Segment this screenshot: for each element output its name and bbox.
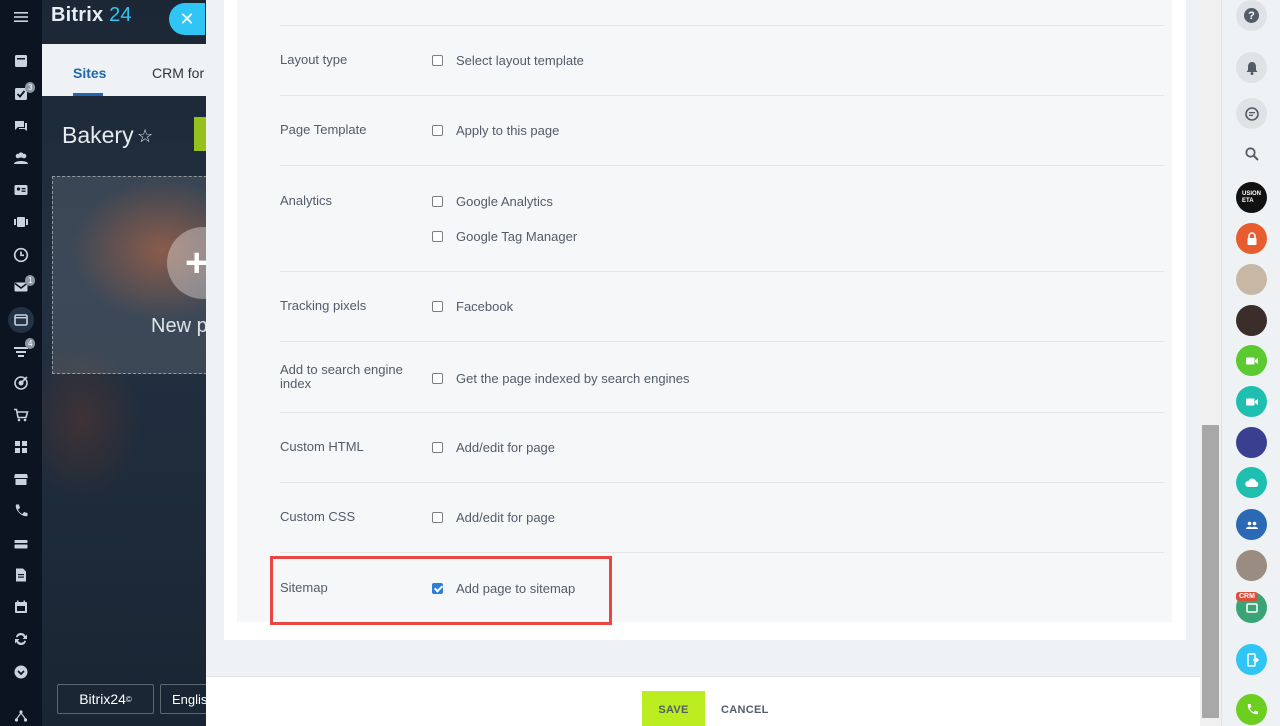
checkbox[interactable]: [432, 231, 443, 242]
avatar[interactable]: [1236, 550, 1267, 581]
clock-icon[interactable]: [11, 245, 31, 265]
row-label: Tracking pixels: [280, 298, 367, 313]
video-conference-icon[interactable]: [1236, 386, 1267, 417]
site-title: Bakery: [62, 122, 134, 148]
checkbox[interactable]: [432, 373, 443, 384]
bitrix24-logo[interactable]: Bitrix 24: [51, 4, 132, 27]
new-page-label: New p: [151, 315, 206, 337]
store-icon[interactable]: [11, 469, 31, 489]
contact-card-icon[interactable]: [11, 180, 31, 200]
scrollbar-thumb[interactable]: [1202, 425, 1219, 718]
phone-call-icon[interactable]: [1236, 694, 1267, 725]
tab-crm-forms[interactable]: CRM for: [152, 65, 204, 81]
settings-row-layout-type: Layout type Select layout template: [280, 26, 1164, 96]
save-button[interactable]: SAVE: [642, 691, 705, 726]
messenger-icon[interactable]: [1236, 98, 1267, 129]
more-chevron-icon[interactable]: [11, 662, 31, 682]
settings-row-custom-css: Custom CSS Add/edit for page: [280, 483, 1164, 553]
create-button[interactable]: [194, 117, 206, 151]
avatar[interactable]: [1236, 264, 1267, 295]
close-icon: ✕: [179, 8, 195, 29]
sync-icon[interactable]: [11, 629, 31, 649]
custom-html-option[interactable]: Add/edit for page: [432, 440, 555, 455]
settings-row-analytics: Analytics Google Analytics Google Tag Ma…: [280, 166, 1164, 272]
settings-form-card: Layout type Select layout template Page …: [224, 0, 1186, 640]
calendar-icon[interactable]: [11, 597, 31, 617]
checkbox[interactable]: [432, 196, 443, 207]
layout-template-option[interactable]: Select layout template: [432, 53, 584, 68]
checkbox[interactable]: [432, 442, 443, 453]
notifications-bell-icon[interactable]: [1236, 52, 1267, 83]
form-footer: SAVE CANCEL: [206, 676, 1200, 726]
background-sites-page: Bitrix 24 ✕ Sites CRM for Bakery ☆ + New…: [42, 0, 206, 726]
apps-grid-icon[interactable]: [11, 437, 31, 457]
new-page-card[interactable]: + New p: [52, 176, 206, 374]
crm-tag-badge: CRM: [1236, 592, 1258, 601]
settings-row-top: [280, 0, 1164, 26]
bitrix24-footer-logo[interactable]: Bitrix24 ©: [57, 684, 154, 714]
apply-template-option[interactable]: Apply to this page: [432, 123, 559, 138]
favorite-star-icon[interactable]: ☆: [137, 126, 153, 147]
tab-sites[interactable]: Sites: [73, 65, 106, 81]
hamburger-menu-icon[interactable]: [11, 7, 31, 27]
row-label: Layout type: [280, 52, 348, 67]
settings-row-tracking-pixels: Tracking pixels Facebook: [280, 272, 1164, 342]
target-icon[interactable]: [11, 373, 31, 393]
checkbox[interactable]: [432, 301, 443, 312]
facebook-pixel-option[interactable]: Facebook: [432, 299, 513, 314]
exit-to-app-icon[interactable]: [1236, 644, 1267, 675]
checkbox[interactable]: [432, 125, 443, 136]
sales-icon[interactable]: [11, 212, 31, 232]
right-sidebar: ? USION ETA: [1221, 0, 1280, 726]
sitemap-highlight-annotation: [270, 556, 612, 625]
drive-icon[interactable]: [11, 534, 31, 554]
avatar[interactable]: [1236, 305, 1267, 336]
avatar[interactable]: [1236, 427, 1267, 458]
close-slider-button[interactable]: ✕: [169, 3, 205, 35]
page-settings-slider: Layout type Select layout template Page …: [206, 0, 1200, 726]
left-navigation-bar: 3 1 4: [0, 0, 42, 726]
vertical-scrollbar[interactable]: [1200, 0, 1221, 726]
row-label: Page Template: [280, 122, 367, 137]
search-index-option[interactable]: Get the page indexed by search engines: [432, 371, 689, 386]
checkbox[interactable]: [432, 55, 443, 66]
settings-form: Layout type Select layout template Page …: [237, 0, 1172, 625]
tasks-badge: 3: [25, 82, 36, 93]
lock-icon[interactable]: [1236, 223, 1267, 254]
row-label: Custom CSS: [280, 509, 356, 524]
employees-icon[interactable]: [11, 148, 31, 168]
settings-row-custom-html: Custom HTML Add/edit for page: [280, 413, 1164, 483]
mail-badge: 1: [25, 275, 36, 286]
google-analytics-option[interactable]: Google Analytics: [432, 194, 553, 209]
avatar[interactable]: USION ETA: [1236, 182, 1267, 213]
checkbox[interactable]: [432, 512, 443, 523]
language-selector[interactable]: Englis: [160, 684, 206, 714]
sites-icon[interactable]: [8, 307, 34, 333]
group-chat-icon[interactable]: [1236, 509, 1267, 540]
custom-css-option[interactable]: Add/edit for page: [432, 510, 555, 525]
sites-tabs-bar: Sites CRM for: [42, 44, 206, 96]
row-label: Analytics: [280, 193, 333, 208]
cart-icon[interactable]: [11, 405, 31, 425]
video-call-icon[interactable]: [1236, 345, 1267, 376]
settings-row-page-template: Page Template Apply to this page: [280, 96, 1164, 166]
feed-icon[interactable]: [11, 51, 31, 71]
funnel-badge: 4: [25, 338, 36, 349]
active-tab-underline: [73, 93, 103, 96]
settings-row-search-index: Add to search engine index Get the page …: [280, 342, 1164, 413]
cancel-button[interactable]: CANCEL: [718, 691, 772, 726]
chat-icon[interactable]: [11, 116, 31, 136]
phone-icon[interactable]: [11, 501, 31, 521]
cloud-icon[interactable]: [1236, 467, 1267, 498]
row-label: Add to search engine index: [280, 362, 403, 391]
document-icon[interactable]: [11, 565, 31, 585]
google-tag-manager-option[interactable]: Google Tag Manager: [432, 229, 577, 244]
plus-icon: +: [167, 227, 206, 299]
help-icon[interactable]: ?: [1236, 0, 1267, 31]
sitemap-icon[interactable]: [11, 706, 31, 726]
row-label: Custom HTML: [280, 439, 364, 454]
search-icon[interactable]: [1236, 138, 1267, 169]
